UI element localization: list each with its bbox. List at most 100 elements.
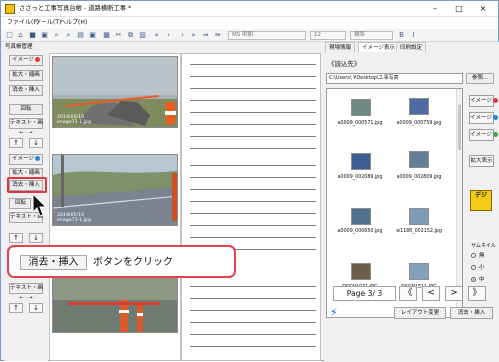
red-dot-icon (492, 98, 498, 103)
menu-tools[interactable]: ツール(T) (35, 18, 61, 28)
previous-page-button[interactable]: < (422, 286, 440, 301)
image-button-label: イメージ (470, 132, 492, 138)
folder-path-field[interactable]: C:\Users\ ¥Desktop\工事写真 (326, 73, 463, 84)
text-button-3[interactable]: テキスト・画 (9, 283, 43, 294)
menu-bar: ファイル(F) ツール(T) ヘルプ(H) (1, 17, 498, 29)
thumbnail-name-2: a0009_000759.jpg (396, 121, 442, 126)
page-icon[interactable]: ▤ (76, 31, 85, 40)
forward-icon[interactable]: ⇒ (201, 31, 210, 40)
mouse-pointer-icon (32, 193, 48, 217)
open-icon[interactable]: ⌂ (16, 31, 25, 40)
digicame-button[interactable]: デジ (470, 190, 492, 211)
application-window: ささっと工事写真台帳 - 道路横断工事 * – □ × ファイル(F) ツール(… (0, 0, 499, 362)
search-icon[interactable]: ⌕ (52, 31, 61, 40)
size-small-radio[interactable]: 小 (471, 264, 499, 272)
font-size-select[interactable]: 12 (310, 31, 346, 40)
image-button-label: イメージ (470, 98, 492, 104)
rotate-button-2[interactable]: 回転 (9, 198, 31, 209)
app-icon (5, 4, 15, 14)
size-medium-radio[interactable]: 中 (471, 276, 499, 284)
thumbnail-8[interactable] (409, 263, 429, 280)
image-button-label: イメージ (12, 57, 34, 63)
radio-circle (471, 265, 476, 270)
last-page-button[interactable]: 》 (468, 286, 486, 301)
preview-icon[interactable]: ⌕ (64, 31, 73, 40)
red-dot-icon (34, 57, 40, 62)
down-arrow-button-2[interactable]: ↓ (29, 233, 43, 243)
scrollbar-thumb[interactable] (458, 105, 461, 150)
photo-meta-1: 2019/05/10 image71-1.jpg (57, 115, 91, 125)
print-preview-icon[interactable]: ▣ (88, 31, 97, 40)
image-blue-button[interactable]: イメージ (469, 112, 498, 124)
down-arrow-button-1[interactable]: ↓ (29, 138, 43, 148)
image-button-2[interactable]: イメージ (9, 154, 43, 165)
text-button-1[interactable]: テキスト・画 (9, 118, 43, 129)
up-arrow-button-2[interactable]: ↑ (9, 233, 23, 243)
bold-icon[interactable]: B (397, 31, 406, 40)
callout-text: ボタンをクリック (93, 257, 173, 268)
lightning-icon: ⚡ (330, 306, 338, 319)
delete-insert-bottom-button[interactable]: 消去・挿入 (450, 307, 493, 319)
size-none-radio[interactable]: 無 (471, 252, 499, 260)
thumbnail-2[interactable] (409, 98, 429, 115)
callout-delete-insert-button: 消去・挿入 (20, 255, 87, 270)
image-red-button[interactable]: イメージ (469, 95, 498, 107)
minimize-icon[interactable]: – (423, 1, 447, 17)
image-button-1[interactable]: イメージ (9, 55, 43, 66)
tab-image-view[interactable]: イメージ表示 (358, 42, 399, 52)
first-page-icon[interactable]: « (152, 31, 161, 40)
thumbnail-4[interactable] (409, 151, 429, 168)
browse-button[interactable]: 参照... (466, 73, 494, 84)
thumbnail-6[interactable] (409, 208, 429, 225)
layout-change-button[interactable]: レイアウト変更 (394, 307, 446, 319)
zoom-button-1[interactable]: 拡大・縮画 (9, 70, 43, 81)
thumbnail-name-4: a0009_002809.jpg (396, 175, 442, 180)
tab-print-settings[interactable]: 印刷設定 (396, 42, 427, 52)
thumbnail-5[interactable] (351, 208, 371, 225)
new-file-icon[interactable]: □ (5, 31, 14, 40)
next-page-button[interactable]: > (445, 286, 463, 301)
photo-slot-1[interactable]: 2019/05/10 image71-1.jpg (52, 56, 178, 128)
first-page-button[interactable]: 《 (399, 286, 417, 301)
size-medium-label: 中 (479, 277, 485, 283)
thumbnail-name-8: DSCN1511.JPG (401, 285, 437, 290)
image-icon[interactable]: ▦ (102, 31, 111, 40)
print-icon[interactable]: ▣ (40, 31, 49, 40)
italic-icon[interactable]: I (409, 31, 418, 40)
up-arrow-button-3[interactable]: ↑ (9, 303, 23, 313)
photo-slot-2[interactable]: 2019/05/10 image71-1.jpg (52, 154, 178, 226)
cut-icon[interactable]: ✂ (114, 31, 123, 40)
close-icon[interactable]: × (471, 1, 495, 17)
rotate-button-1[interactable]: 回転 (9, 104, 43, 115)
thumbnail-scrollbar[interactable] (456, 89, 462, 317)
delete-insert-button-1[interactable]: 消去・挿入 (9, 85, 43, 96)
thumbnail-7[interactable] (351, 263, 371, 280)
save-icon[interactable]: ■ (28, 31, 37, 40)
image-green-button[interactable]: イメージ (469, 129, 498, 141)
up-arrow-button-1[interactable]: ↑ (9, 138, 23, 148)
tab-site-info[interactable]: 現場情報 (325, 42, 356, 52)
next-page-icon[interactable]: › (178, 31, 187, 40)
instruction-callout: 消去・挿入 ボタンをクリック (7, 245, 236, 278)
window-title: ささっと工事写真台帳 - 道路横断工事 * (19, 5, 132, 12)
last-page-icon[interactable]: » (189, 31, 198, 40)
maximize-icon[interactable]: □ (447, 1, 471, 17)
thumbnail-list[interactable]: a0009_000571.jpg a0009_000759.jpg a0009_… (326, 88, 463, 318)
paste-icon[interactable]: ▥ (138, 31, 147, 40)
enlarge-view-button[interactable]: 拡大表示 (469, 155, 494, 167)
font-select[interactable]: MS 明朝 (228, 31, 306, 40)
style-select[interactable]: 標準 (350, 31, 393, 40)
thumbnail-3[interactable] (351, 153, 371, 170)
photo-sheet: 2019/05/10 image71-1.jpg 2019/05/10 imag… (49, 53, 181, 361)
previous-page-icon[interactable]: ‹ (164, 31, 173, 40)
down-arrow-button-3[interactable]: ↓ (29, 303, 43, 313)
radio-circle (471, 253, 476, 258)
image-button-label: イメージ (470, 115, 492, 121)
copy-icon[interactable]: ⧉ (126, 31, 135, 40)
menu-help[interactable]: ヘルプ(H) (60, 18, 87, 28)
notes-area[interactable] (181, 53, 321, 361)
move-arrows-1: ← · → (19, 130, 33, 136)
photo-meta-2: 2019/05/10 image71-1.jpg (57, 213, 91, 223)
fast-forward-icon[interactable]: ⇛ (213, 31, 222, 40)
thumbnail-1[interactable] (351, 99, 371, 116)
